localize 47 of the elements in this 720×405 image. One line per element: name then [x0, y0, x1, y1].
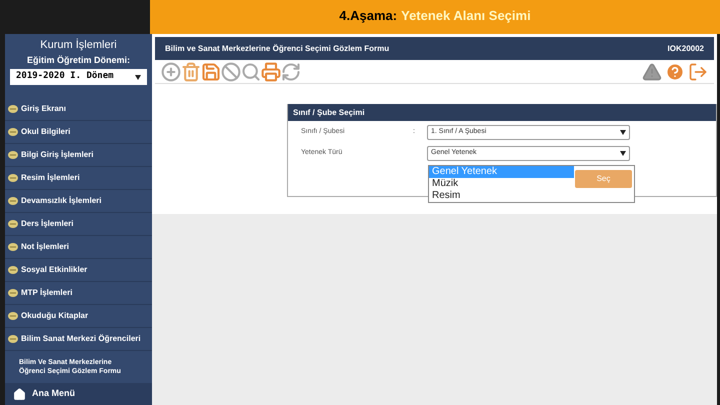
period-select[interactable]: 2019-2020 I. Dönem	[10, 69, 147, 85]
bullet-icon	[8, 220, 18, 228]
form-code: IOK20002	[668, 42, 704, 54]
bullet-icon	[8, 174, 18, 182]
form-title: Bilim ve Sanat Merkezlerine Öğrenci Seçimi Gözlem Formu	[165, 42, 390, 54]
period-label: Eğitim Öğretim Dönemi:	[26, 54, 131, 67]
home-menu[interactable]: Ana Menü	[5, 383, 152, 405]
bullet-icon	[8, 335, 18, 343]
bullet-icon	[8, 289, 18, 297]
caret-icon	[620, 151, 626, 156]
home-icon	[13, 388, 26, 400]
caret-icon	[135, 74, 141, 80]
step-label: 4.Aşama:	[339, 7, 398, 25]
save-icon[interactable]	[201, 62, 221, 82]
sidebar-title: Kurum İşlemleri	[39, 38, 118, 53]
menu-item[interactable]: Bilim Sanat Merkezi Öğrencileri	[21, 333, 141, 345]
menu-item[interactable]: Giriş Ekranı	[21, 103, 66, 115]
warning-icon[interactable]	[642, 62, 662, 82]
menu-item[interactable]: Resim İşlemleri	[21, 172, 80, 184]
caret-icon	[620, 130, 626, 135]
bullet-icon	[8, 151, 18, 159]
menu-item[interactable]: Devamsızlık İşlemleri	[21, 195, 102, 207]
bullet-icon	[8, 312, 18, 320]
banner-title: Yetenek Alanı Seçimi	[401, 7, 531, 25]
menu-item[interactable]: MTP İşlemleri	[21, 287, 72, 299]
trash-icon[interactable]	[181, 62, 201, 82]
panel-title: Sınıf / Şube Seçimi	[288, 104, 716, 121]
bullet-icon	[8, 243, 18, 251]
bullet-icon	[8, 128, 18, 136]
bullet-icon	[8, 197, 18, 205]
menu-item[interactable]: Ders İşlemleri	[21, 218, 74, 230]
menu-item[interactable]: Bilgi Giriş İşlemleri	[21, 149, 94, 161]
menu-item[interactable]: Okul Bilgileri	[21, 126, 70, 138]
bullet-icon	[8, 105, 18, 113]
bullet-icon	[8, 266, 18, 274]
menu-item[interactable]: Okuduğu Kitaplar	[21, 310, 88, 322]
cancel-icon[interactable]	[221, 62, 241, 82]
menu-item[interactable]: Not İşlemleri	[21, 241, 70, 253]
add-icon[interactable]	[161, 62, 181, 82]
exit-icon[interactable]	[688, 62, 708, 82]
dropdown-option[interactable]: Resim	[429, 190, 574, 202]
help-icon[interactable]	[665, 62, 685, 82]
refresh-icon[interactable]	[281, 62, 301, 82]
printer-icon[interactable]	[261, 62, 281, 82]
search-icon[interactable]	[241, 62, 261, 82]
menu-item[interactable]: Sosyal Etkinlikler	[21, 264, 88, 276]
dropdown-option[interactable]: Müzik	[429, 178, 574, 190]
